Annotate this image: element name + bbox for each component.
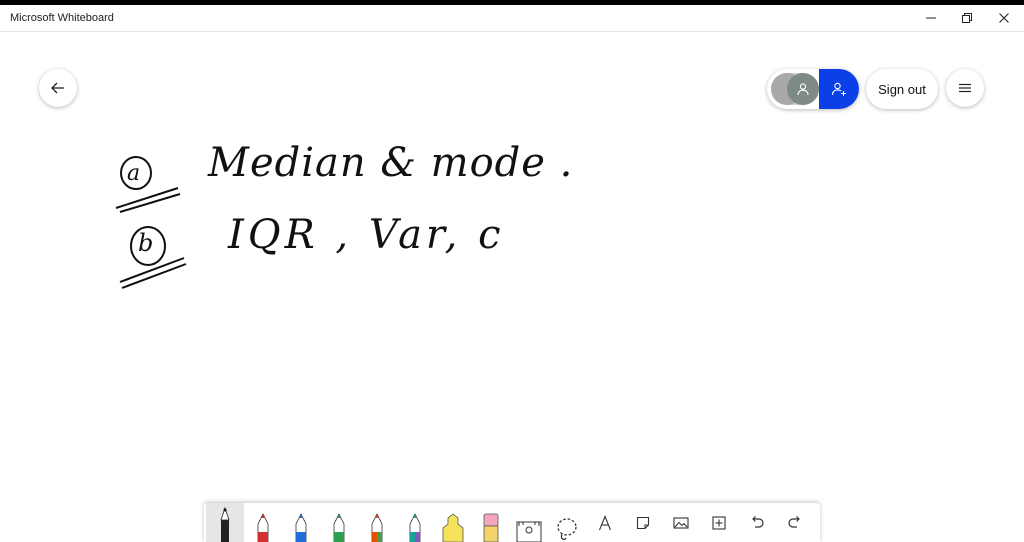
sticky-note-icon <box>636 516 650 529</box>
image-tool[interactable] <box>662 503 700 542</box>
ink-marker-b <box>119 226 187 289</box>
window-title: Microsoft Whiteboard <box>10 12 114 24</box>
minimize-icon <box>926 17 936 19</box>
restore-icon <box>962 13 972 23</box>
pen-red-tool[interactable] <box>244 503 282 542</box>
ink-toolbar <box>204 503 820 542</box>
share-switch[interactable] <box>771 73 819 105</box>
image-icon <box>673 516 689 529</box>
close-button[interactable] <box>985 5 1023 31</box>
undo-icon <box>752 515 764 528</box>
pen-rainbow-tool[interactable] <box>358 503 396 542</box>
sign-out-button[interactable]: Sign out <box>866 69 938 109</box>
add-person-icon <box>831 82 846 96</box>
undo-button[interactable] <box>738 503 776 542</box>
add-icon <box>712 515 726 530</box>
title-bar: Microsoft Whiteboard <box>0 5 1024 32</box>
pen-blue-tool[interactable] <box>282 503 320 542</box>
ruler-tool[interactable] <box>510 503 548 542</box>
invite-button[interactable] <box>819 69 859 109</box>
ink-text-line-2: IQR , Var, c <box>228 212 505 258</box>
highlighter-tool[interactable] <box>434 503 472 542</box>
lasso-tool[interactable] <box>548 503 586 542</box>
ruler-icon <box>516 521 542 542</box>
ink-text-line-1: Median & mode . <box>208 140 574 186</box>
pen-black-tool[interactable] <box>206 503 244 542</box>
text-icon <box>598 514 612 530</box>
close-icon <box>999 13 1009 23</box>
text-tool[interactable] <box>586 503 624 542</box>
person-icon <box>797 83 809 96</box>
hamburger-menu-icon <box>959 83 971 93</box>
pen-galaxy-tool[interactable] <box>396 503 434 542</box>
add-tool[interactable] <box>700 503 738 542</box>
minimize-button[interactable] <box>912 5 950 31</box>
menu-button[interactable] <box>946 69 984 107</box>
ink-marker-a-letter: a <box>127 161 141 186</box>
restore-button[interactable] <box>948 5 986 31</box>
whiteboard-canvas[interactable]: a Median & mode . b IQR , Var, c <box>0 120 1024 500</box>
collaboration-toggle[interactable] <box>767 69 859 109</box>
sticky-note-tool[interactable] <box>624 503 662 542</box>
ink-marker-a <box>115 156 181 213</box>
pen-green-tool[interactable] <box>320 503 358 542</box>
redo-icon <box>788 515 800 528</box>
arrow-left-icon <box>51 82 64 94</box>
back-button[interactable] <box>39 69 77 107</box>
eraser-tool[interactable] <box>472 503 510 542</box>
redo-button[interactable] <box>776 503 814 542</box>
lasso-icon <box>557 518 577 541</box>
ink-marker-b-letter: b <box>138 229 154 257</box>
